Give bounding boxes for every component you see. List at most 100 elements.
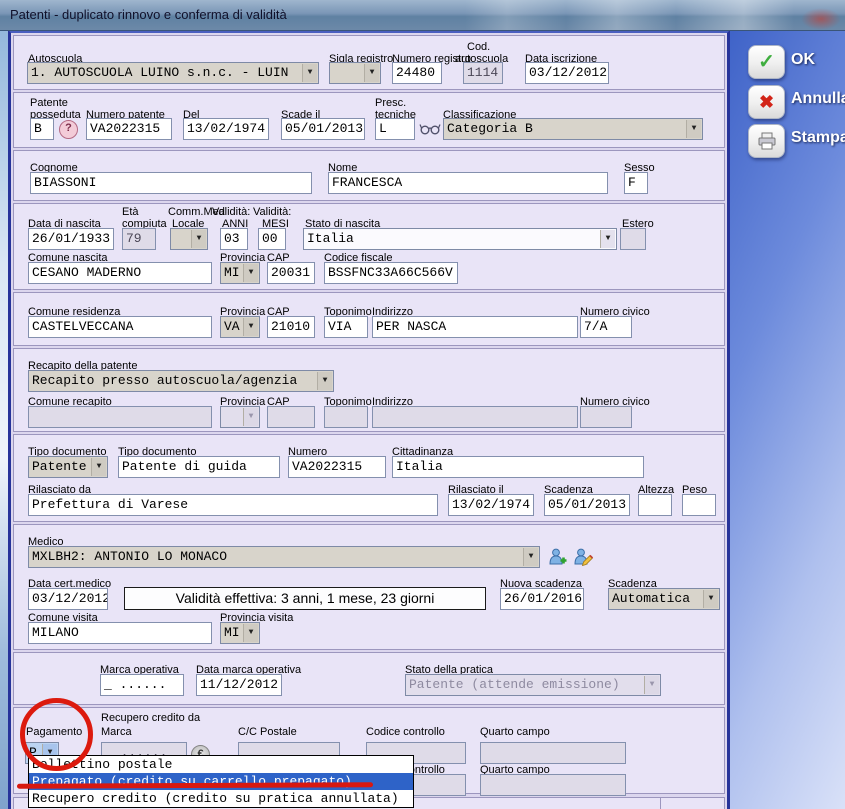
data-iscrizione-input[interactable]: 03/12/2012 [525,62,609,84]
bottom-divider [660,797,661,809]
data-marca-operativa-input[interactable]: 11/12/2012 [196,674,282,696]
validita-anni-input[interactable]: 03 [220,228,248,250]
validita-mesi-input[interactable]: 00 [258,228,286,250]
numero-registro-input[interactable]: 24480 [392,62,442,84]
patente-posseduta-input[interactable]: B [30,118,54,140]
tipo-documento-select[interactable]: Patente ▼ [28,456,108,478]
provincia-recapito-select: ▼ [220,406,260,428]
classificazione-value: Categoria B [447,121,533,136]
autoscuola-select[interactable]: 1. AUTOSCUOLA LUINO s.n.c. - LUIN ▼ [27,62,319,84]
chevron-down-icon[interactable]: ▼ [364,64,379,82]
patenti-window: { "window": { "title": "Patenti - duplic… [0,0,845,809]
provincia-residenza-value: VA [224,319,240,334]
close-button-glow[interactable] [801,8,841,30]
scade-il-input[interactable]: 05/01/2013 [281,118,365,140]
cod-autoscuola-input: 1114 [463,62,503,84]
scadenza-mode-value: Automatica [612,591,690,606]
red-circle-annotation [20,698,93,771]
tipo-documento-input[interactable]: Patente di guida [118,456,280,478]
stato-pratica-value: Patente (attende emissione) [409,677,620,692]
chevron-down-icon[interactable]: ▼ [91,458,106,476]
recapito-patente-value: Recapito presso autoscuola/agenzia [32,373,297,388]
chevron-down-icon[interactable]: ▼ [243,264,258,282]
comune-residenza-input[interactable]: CASTELVECCANA [28,316,212,338]
annulla-button-label[interactable]: Annulla [791,90,845,108]
printer-icon [757,132,777,150]
chevron-down-icon[interactable]: ▼ [191,230,206,248]
comune-nascita-input[interactable]: CESANO MADERNO [28,262,212,284]
tipo-documento-select-value: Patente [32,459,87,474]
title-bar[interactable]: Patenti - duplicato rinnovo e conferma d… [0,0,845,31]
provincia-residenza-select[interactable]: VA ▼ [220,316,260,338]
toponimo-input[interactable]: VIA [324,316,368,338]
comm-med-locale-select[interactable]: ▼ [170,228,208,250]
cap-recapito-input [267,406,315,428]
presc-tecniche-input[interactable]: L [375,118,415,140]
data-nascita-input[interactable]: 26/01/1933 [28,228,114,250]
medico-value: MXLBH2: ANTONIO LO MONACO [32,549,227,564]
chevron-down-icon[interactable]: ▼ [317,372,332,390]
marca-operativa-input[interactable]: _ ...... [100,674,184,696]
sesso-input[interactable]: F [624,172,648,194]
codice-fiscale-input[interactable]: BSSFNC33A66C566V [324,262,458,284]
ok-button-label[interactable]: OK [791,51,815,69]
stato-nascita-value: Italia [307,231,354,246]
cognome-input[interactable]: BIASSONI [30,172,312,194]
toponimo-recapito-input [324,406,368,428]
chevron-down-icon[interactable]: ▼ [686,120,701,138]
annulla-button[interactable]: ✖ [748,85,785,119]
data-cert-medico-input[interactable]: 03/12/2012 [28,588,108,610]
numero-civico-recapito-input [580,406,632,428]
chevron-down-icon[interactable]: ▼ [243,318,258,336]
del-input[interactable]: 13/02/1974 [183,118,269,140]
provincia-nascita-select[interactable]: MI ▼ [220,262,260,284]
nuova-scadenza-input[interactable]: 26/01/2016 [500,588,584,610]
cross-icon: ✖ [759,93,774,111]
chevron-down-icon[interactable]: ▼ [523,548,538,566]
nome-input[interactable]: FRANCESCA [328,172,608,194]
stato-nascita-select[interactable]: Italia ▼ [303,228,617,250]
chevron-down-icon[interactable]: ▼ [703,590,718,608]
cap-nascita-input[interactable]: 20031 [267,262,315,284]
comune-visita-input[interactable]: MILANO [28,622,212,644]
altezza-input[interactable] [638,494,672,516]
ok-button[interactable]: ✓ [748,45,785,79]
sigla-registro-select[interactable]: ▼ [329,62,381,84]
stato-pratica-select: Patente (attende emissione) ▼ [405,674,661,696]
rilasciato-il-input[interactable]: 13/02/1974 [448,494,534,516]
marca-credito-label: Marca [101,726,132,738]
classificazione-select[interactable]: Categoria B ▼ [443,118,703,140]
chevron-down-icon[interactable]: ▼ [302,64,317,82]
cittadinanza-input[interactable]: Italia [392,456,644,478]
peso-input[interactable] [682,494,716,516]
validita-anni-label-1: Validità: [212,206,250,218]
recapito-patente-select[interactable]: Recapito presso autoscuola/agenzia ▼ [28,370,334,392]
help-icon[interactable]: ? [59,120,78,139]
chevron-down-icon: ▼ [243,408,258,426]
provincia-visita-select[interactable]: MI ▼ [220,622,260,644]
numero-documento-input[interactable]: VA2022315 [288,456,386,478]
indirizzo-input[interactable]: PER NASCA [372,316,578,338]
stampa-button[interactable] [748,124,785,158]
rilasciato-da-input[interactable]: Prefettura di Varese [28,494,438,516]
pagamento-option-bollettino[interactable]: Bollettino postale [29,756,413,773]
edit-medico-icon[interactable] [573,547,594,567]
validita-effettiva-box: Validità effettiva: 3 anni, 1 mese, 23 g… [124,587,486,610]
chevron-down-icon[interactable]: ▼ [243,624,258,642]
numero-civico-input[interactable]: 7/A [580,316,632,338]
numero-patente-input[interactable]: VA2022315 [86,118,172,140]
stampa-button-label[interactable]: Stampa [791,129,845,147]
indirizzo-recapito-input [372,406,578,428]
medico-select[interactable]: MXLBH2: ANTONIO LO MONACO ▼ [28,546,540,568]
eta-label-1: Età [122,206,139,218]
chevron-down-icon[interactable]: ▼ [600,230,615,248]
scadenza-documento-input[interactable]: 05/01/2013 [544,494,630,516]
quarto-campo-2-input [480,774,626,796]
scadenza-mode-select[interactable]: Automatica ▼ [608,588,720,610]
cap-residenza-input[interactable]: 21010 [267,316,315,338]
pagamento-option-recupero[interactable]: Recupero credito (credito su pratica ann… [29,790,413,807]
left-gradient-strip [0,30,8,809]
cc-postale-label: C/C Postale [238,726,297,738]
add-medico-icon[interactable] [548,547,569,567]
codice-controllo-label: Codice controllo [366,726,445,738]
